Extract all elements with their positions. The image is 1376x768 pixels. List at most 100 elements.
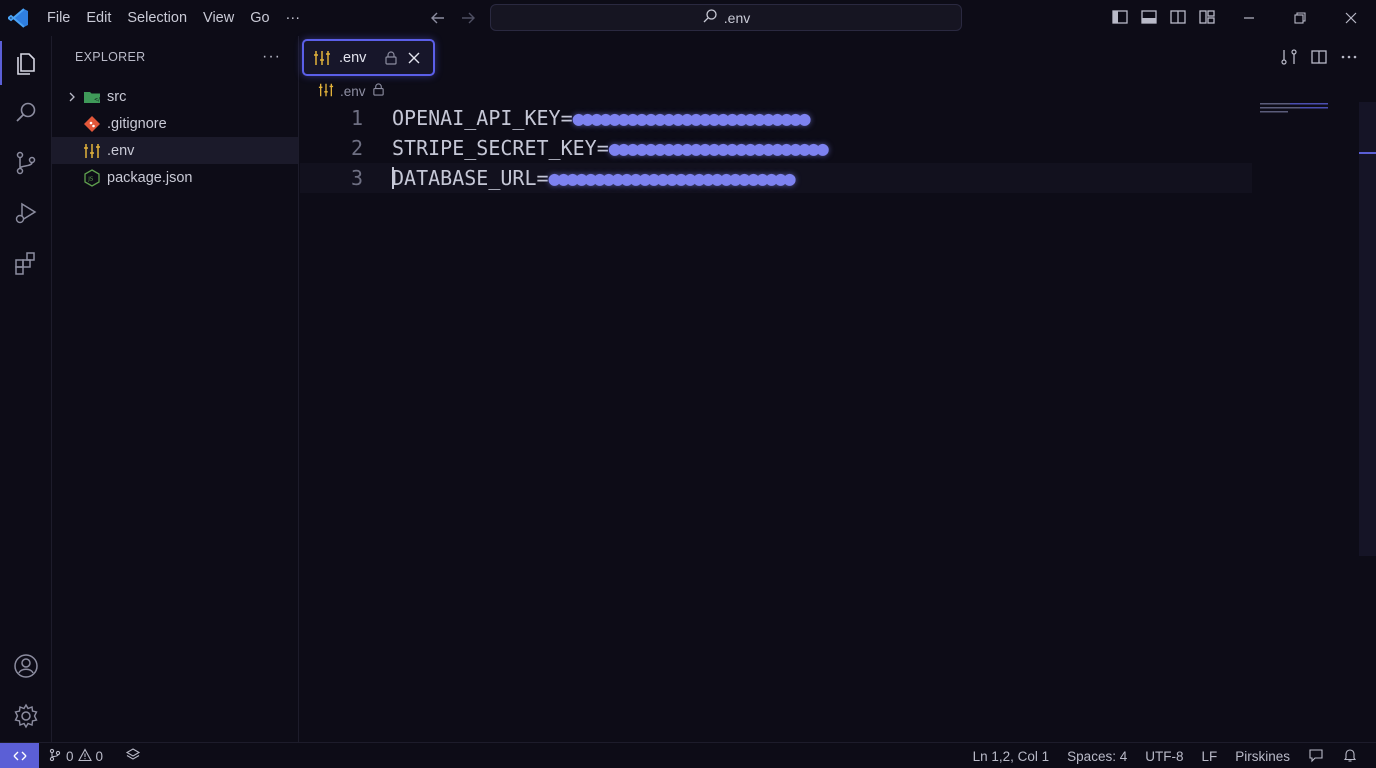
more-actions-icon[interactable] — [1340, 48, 1358, 66]
source-control-icon[interactable] — [0, 139, 52, 187]
command-center-search[interactable]: .env — [490, 4, 962, 31]
menu-selection[interactable]: Selection — [119, 0, 195, 36]
masked-value: ●●●●●●●●●●●●●●●●●●●●●●●● — [608, 136, 829, 160]
chevron-right-icon — [65, 90, 79, 104]
code-line-current: 3 DATABASE_URL=●●●●●●●●●●●●●●●●●●●●●●●●●… — [300, 163, 1252, 193]
layout-controls — [1110, 7, 1217, 27]
tree-item-src[interactable]: </> src — [52, 83, 298, 110]
back-arrow-icon[interactable] — [428, 8, 448, 28]
close-window-icon[interactable] — [1325, 0, 1376, 36]
masked-value: ●●●●●●●●●●●●●●●●●●●●●●●●●● — [572, 106, 811, 130]
tree-item-env[interactable]: .env — [52, 137, 298, 164]
toggle-primary-sidebar-icon[interactable] — [1110, 7, 1130, 27]
lock-icon — [384, 50, 398, 65]
tree-item-label: package.json — [107, 169, 193, 186]
sidebar-title: EXPLORER — [75, 50, 146, 64]
code-line: 2 STRIPE_SECRET_KEY=●●●●●●●●●●●●●●●●●●●●… — [300, 133, 1260, 163]
tree-item-label: .gitignore — [107, 115, 167, 132]
tab-bar: .env — [300, 36, 1376, 78]
close-tab-icon[interactable] — [407, 51, 421, 65]
folder-icon: </> — [83, 88, 101, 106]
toggle-secondary-sidebar-icon[interactable] — [1168, 7, 1188, 27]
notifications-bell-icon[interactable] — [1342, 747, 1358, 766]
editor-actions — [1280, 48, 1358, 66]
settings-gear-icon[interactable] — [0, 692, 52, 740]
text-cursor — [392, 167, 394, 189]
warning-count: 0 — [95, 748, 104, 764]
indentation[interactable]: Spaces: 4 — [1067, 749, 1127, 764]
search-icon[interactable] — [0, 89, 52, 137]
split-editor-icon[interactable] — [1310, 48, 1328, 66]
menu-file[interactable]: File — [47, 0, 78, 36]
svg-text:JS: JS — [87, 176, 94, 182]
menu-view[interactable]: View — [195, 0, 242, 36]
sidebar-more-actions[interactable]: ··· — [262, 48, 281, 66]
line-content: STRIPE_SECRET_KEY=●●●●●●●●●●●●●●●●●●●●●●… — [392, 133, 829, 163]
minimize-icon[interactable] — [1223, 0, 1274, 36]
file-encoding[interactable]: UTF-8 — [1145, 749, 1183, 764]
line-content: DATABASE_URL=●●●●●●●●●●●●●●●●●●●●●●●●●●● — [392, 163, 796, 193]
tree-item-label: .env — [107, 142, 135, 159]
restore-icon[interactable] — [1274, 0, 1325, 36]
activity-bar — [0, 36, 52, 742]
vertical-scrollbar[interactable] — [1359, 102, 1376, 556]
status-right-items: Ln 1,2, Col 1 Spaces: 4 UTF-8 LF Pirskin… — [973, 743, 1358, 768]
remote-indicator[interactable] — [0, 743, 39, 768]
remote-icon — [13, 751, 26, 761]
customize-layout-icon[interactable] — [1197, 7, 1217, 27]
nodejs-file-icon: JS — [83, 168, 101, 187]
minimap[interactable] — [1260, 102, 1358, 116]
account-icon[interactable] — [0, 642, 52, 690]
editor-area: .env .env 1 OPENAI_API_KEY=●●●●●●●●●●●●●… — [300, 36, 1376, 742]
source-control-branch-icon — [48, 748, 62, 765]
tab-label: .env — [339, 49, 367, 66]
error-count: 0 — [66, 748, 74, 764]
masked-value: ●●●●●●●●●●●●●●●●●●●●●●●●●●● — [548, 166, 796, 190]
env-settings-icon — [83, 142, 101, 160]
extensions-icon[interactable] — [0, 239, 52, 287]
env-settings-icon — [318, 82, 334, 101]
env-settings-icon — [313, 49, 331, 67]
end-of-line[interactable]: LF — [1201, 749, 1217, 764]
tree-item-label: src — [107, 88, 127, 105]
menu-go[interactable]: Go — [242, 0, 277, 36]
tree-item-gitignore[interactable]: .gitignore — [52, 110, 298, 137]
navigation-arrows — [428, 8, 478, 28]
problems-indicator[interactable]: 0 0 — [48, 743, 141, 768]
lock-icon — [372, 83, 385, 99]
line-number: 2 — [350, 136, 363, 160]
command-center-text: .env — [723, 9, 751, 26]
env-key: DATABASE_URL= — [392, 166, 549, 190]
layers-icon[interactable] — [125, 747, 141, 766]
tree-item-package-json[interactable]: JS package.json — [52, 164, 298, 191]
line-number: 1 — [350, 106, 363, 130]
cursor-position[interactable]: Ln 1,2, Col 1 — [973, 749, 1050, 764]
search-icon — [702, 8, 718, 27]
breadcrumb: .env — [318, 82, 385, 100]
language-mode[interactable]: Pirskines — [1235, 749, 1290, 764]
env-key: STRIPE_SECRET_KEY= — [392, 136, 609, 160]
toggle-panel-icon[interactable] — [1139, 7, 1159, 27]
git-file-icon — [83, 115, 101, 133]
forward-arrow-icon[interactable] — [458, 8, 478, 28]
tab-env[interactable]: .env — [302, 39, 435, 76]
scrollbar-cursor-marker — [1359, 152, 1376, 154]
explorer-sidebar: EXPLORER ··· </> src .gitignore .env JS … — [52, 36, 299, 742]
title-bar: File Edit Selection View Go ··· .env — [0, 0, 1376, 36]
env-key: OPENAI_API_KEY= — [392, 106, 573, 130]
window-controls — [1223, 0, 1376, 36]
vscode-logo-icon — [8, 7, 30, 29]
run-debug-icon[interactable] — [0, 189, 52, 237]
open-changes-icon[interactable] — [1280, 48, 1298, 66]
code-line: 1 OPENAI_API_KEY=●●●●●●●●●●●●●●●●●●●●●●●… — [300, 103, 1260, 133]
breadcrumb-file[interactable]: .env — [340, 84, 366, 99]
explorer-icon[interactable] — [0, 39, 52, 87]
line-number: 3 — [350, 166, 363, 190]
status-bar: 0 0 Ln 1,2, Col 1 Spaces: 4 UTF-8 LF Pir… — [0, 742, 1376, 768]
menu-bar: File Edit Selection View Go ··· — [47, 0, 308, 36]
menu-edit[interactable]: Edit — [78, 0, 119, 36]
feedback-icon[interactable] — [1308, 747, 1324, 766]
menu-more[interactable]: ··· — [278, 0, 309, 36]
code-editor[interactable]: 1 OPENAI_API_KEY=●●●●●●●●●●●●●●●●●●●●●●●… — [300, 103, 1260, 193]
line-content: OPENAI_API_KEY=●●●●●●●●●●●●●●●●●●●●●●●●●… — [392, 103, 811, 133]
